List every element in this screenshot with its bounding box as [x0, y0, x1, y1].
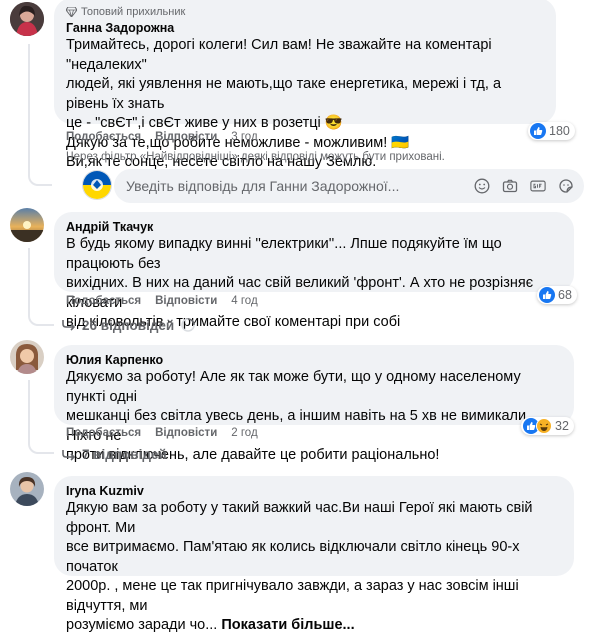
- avatar-yulia[interactable]: [10, 340, 44, 374]
- camera-icon[interactable]: [502, 178, 518, 194]
- view-replies-button[interactable]: 26 відповідей: [62, 317, 196, 333]
- comment-author[interactable]: Юлия Карпенко: [66, 352, 562, 368]
- comment-bubble: Андрій Ткачук В будь якому випадку винні…: [54, 212, 574, 330]
- comment-time[interactable]: 2 год: [231, 427, 257, 439]
- reply-input[interactable]: Уведіть відповідь для Ганни Задорожної..…: [114, 169, 584, 203]
- comment-bubble: Iryna Kuzmiv Дякую вам за роботу у такий…: [54, 476, 574, 633]
- comment-line: В будь якому випадку винні ''електрики''…: [66, 236, 502, 272]
- comment-line-text: розуміємо заради чо...: [66, 617, 218, 633]
- comment-actions: Подобається Відповісти 4 год: [66, 295, 258, 307]
- reaction-count[interactable]: 32: [521, 417, 574, 435]
- replies-label: 7 відповідей: [82, 447, 167, 462]
- reply-arrow-icon: [62, 319, 76, 331]
- see-more-link[interactable]: Показати більше...: [221, 617, 354, 633]
- reaction-number: 68: [558, 288, 572, 302]
- comment-line: Дякуємо за роботу! Але як так може бути,…: [66, 369, 521, 405]
- thread-line: [28, 380, 30, 438]
- gem-icon: [66, 7, 77, 17]
- filter-note: Через фільтр «Найвідповідніші» деякі від…: [66, 151, 445, 163]
- reaction-number: 180: [549, 124, 570, 138]
- reaction-count[interactable]: 68: [537, 286, 577, 304]
- thread-line: [28, 248, 30, 310]
- haha-icon: [536, 418, 552, 434]
- gif-icon[interactable]: [530, 178, 546, 194]
- replies-label: 26 відповідей: [82, 317, 175, 333]
- comment-line: вихідних. В них на даний час свій велики…: [66, 275, 534, 311]
- comment-line: розуміємо заради чо... Показати більше..…: [66, 616, 562, 636]
- comment-author[interactable]: Андрій Ткачук: [66, 219, 562, 235]
- reply-button[interactable]: Відповісти: [155, 131, 217, 143]
- reply-placeholder: Уведіть відповідь для Ганни Задорожної..…: [126, 178, 400, 194]
- comment-author[interactable]: Ганна Задорожна: [66, 20, 544, 36]
- reply-button[interactable]: Відповісти: [155, 295, 217, 307]
- like-icon: [539, 287, 555, 303]
- thread-line: [28, 44, 30, 172]
- comment-actions: Подобається Відповісти 3 год: [66, 131, 258, 143]
- comment-time[interactable]: 4 год: [231, 295, 257, 307]
- reply-button[interactable]: Відповісти: [155, 427, 217, 439]
- comment-author[interactable]: Iryna Kuzmiv: [66, 483, 562, 499]
- comment-bubble: Юлия Карпенко Дякуємо за роботу! Але як …: [54, 345, 574, 463]
- view-replies-button[interactable]: 7 відповідей: [62, 447, 167, 462]
- reaction-count[interactable]: 180: [528, 122, 575, 140]
- reply-arrow-icon: [62, 449, 76, 461]
- emoji-icon[interactable]: [474, 178, 490, 194]
- comment-line: все витримаємо. Пам'ятаю як колись відкл…: [66, 539, 520, 575]
- sticker-icon[interactable]: [558, 178, 574, 194]
- like-icon: [530, 123, 546, 139]
- like-button[interactable]: Подобається: [66, 295, 141, 307]
- thread-curve: [28, 306, 54, 326]
- comment-line: Дякую вам за роботу у такий важкий час.В…: [66, 500, 533, 536]
- like-button[interactable]: Подобається: [66, 131, 141, 143]
- like-button[interactable]: Подобається: [66, 427, 141, 439]
- composer-tools: [474, 178, 574, 194]
- comment-time[interactable]: 3 год: [231, 131, 257, 143]
- comment-bubble: Топовий прихильник Ганна Задорожна Трима…: [54, 0, 556, 170]
- avatar-andrii[interactable]: [10, 208, 44, 242]
- comment-actions: Подобається Відповісти 2 год: [66, 427, 258, 439]
- reaction-number: 32: [555, 419, 569, 433]
- comment-line: людей, які уявлення не мають,що таке ене…: [66, 76, 502, 112]
- avatar-iryna[interactable]: [10, 472, 44, 506]
- thread-curve: [28, 166, 52, 186]
- comment-line: Тримайтесь, дорогі колеги! Сил вам! Не з…: [66, 37, 492, 73]
- thread-curve: [28, 434, 54, 454]
- composer-avatar[interactable]: [82, 170, 112, 200]
- badge-line: Топовий прихильник: [66, 5, 544, 19]
- spinner-icon: [180, 317, 196, 333]
- comment-line: 2000р. , мене це так пригнічувало завжди…: [66, 578, 519, 614]
- badge-label: Топовий прихильник: [81, 6, 186, 18]
- comment-text: Дякую вам за роботу у такий важкий час.В…: [66, 499, 562, 636]
- avatar-ganna[interactable]: [10, 2, 44, 36]
